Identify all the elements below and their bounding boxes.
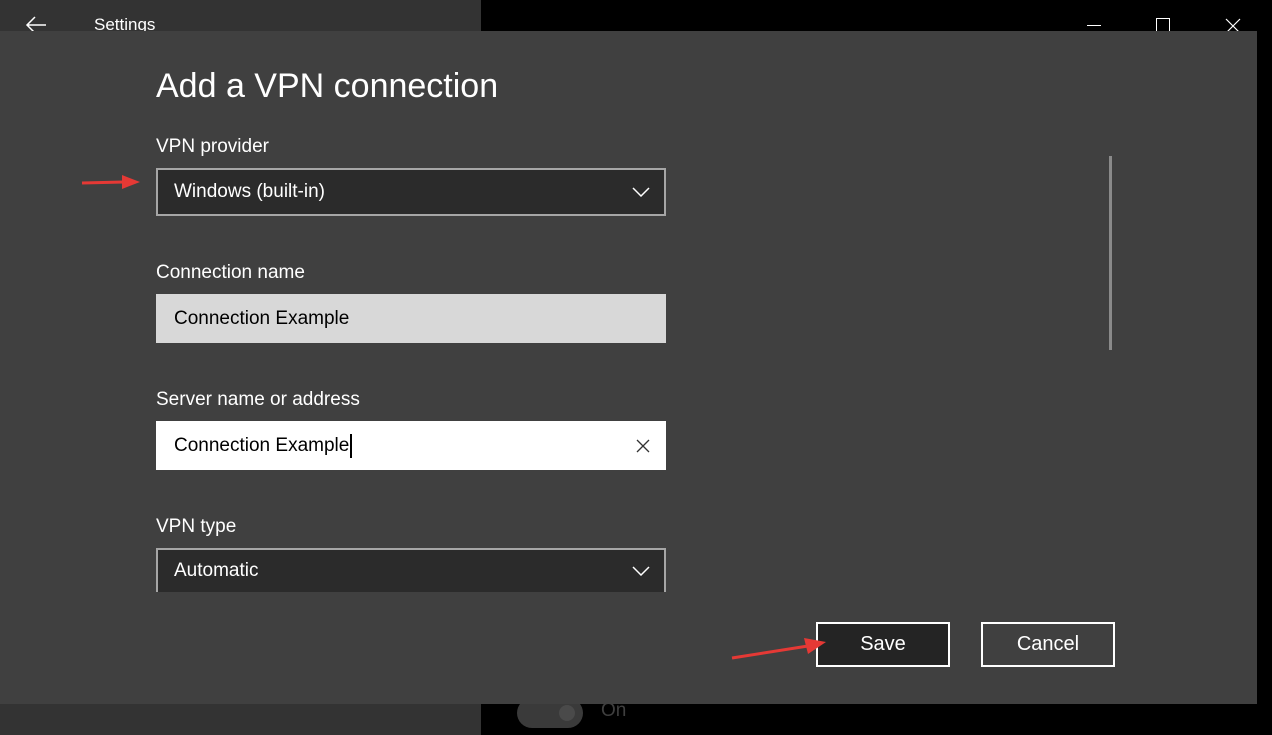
server-address-input[interactable]: Connection Example bbox=[156, 421, 666, 470]
annotation-arrow-save bbox=[731, 638, 826, 660]
vpn-provider-select[interactable]: Windows (built-in) bbox=[156, 168, 666, 216]
vpn-provider-label: VPN provider bbox=[156, 136, 269, 157]
dialog-title: Add a VPN connection bbox=[156, 67, 499, 105]
add-vpn-dialog: Add a VPN connection VPN provider Window… bbox=[0, 31, 1257, 704]
connection-name-label: Connection name bbox=[156, 262, 305, 283]
clear-icon[interactable] bbox=[636, 439, 650, 453]
chevron-down-icon bbox=[632, 566, 650, 576]
chevron-down-icon bbox=[632, 187, 650, 197]
vpn-type-value: Automatic bbox=[174, 560, 259, 581]
connection-name-input[interactable]: Connection Example bbox=[156, 294, 666, 343]
annotation-arrow-provider bbox=[81, 175, 140, 189]
minimize-icon bbox=[1087, 25, 1101, 26]
scrollbar[interactable] bbox=[1109, 156, 1112, 350]
connection-name-value: Connection Example bbox=[174, 307, 350, 329]
server-address-label: Server name or address bbox=[156, 389, 360, 410]
server-address-value: Connection Example bbox=[174, 434, 350, 456]
save-button[interactable]: Save bbox=[816, 622, 950, 667]
cancel-button[interactable]: Cancel bbox=[981, 622, 1115, 667]
toggle-knob bbox=[559, 705, 575, 721]
text-caret bbox=[350, 433, 353, 458]
maximize-icon bbox=[1156, 18, 1170, 32]
vpn-type-label: VPN type bbox=[156, 516, 237, 537]
vpn-type-select[interactable]: Automatic bbox=[156, 548, 666, 592]
vpn-provider-value: Windows (built-in) bbox=[174, 181, 325, 202]
